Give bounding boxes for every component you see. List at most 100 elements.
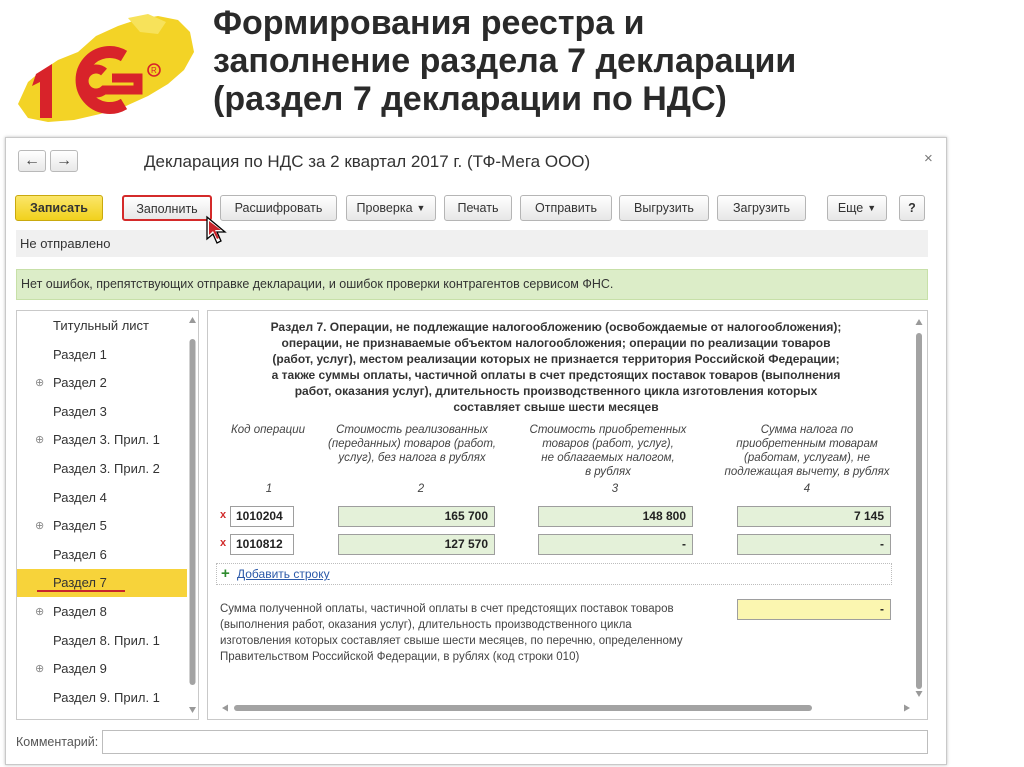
sidebar-item-label: Раздел 3 <box>53 404 107 419</box>
send-button[interactable]: Отправить <box>520 195 612 221</box>
fill-button[interactable]: Заполнить <box>122 195 212 221</box>
title-line: (раздел 7 декларации по НДС) <box>213 80 727 118</box>
more-button-label: Еще <box>837 201 864 215</box>
note-line: Правительством Российской Федерации, в р… <box>220 651 580 663</box>
sidebar-item-section-9[interactable]: ⊕ Раздел 9 <box>17 655 187 683</box>
col-number: 4 <box>803 483 811 495</box>
sidebar-item-section-8[interactable]: ⊕ Раздел 8 <box>17 598 187 626</box>
col-header-line: Код операции <box>230 424 305 436</box>
1c-logo: R <box>18 14 194 122</box>
col-header-code: Код операции <box>222 423 314 437</box>
col-header-line: приобретенным товарам <box>736 438 878 450</box>
section-heading: Раздел 7. Операции, не подлежащие налого… <box>226 319 886 415</box>
sidebar-item-section-3-app-1[interactable]: ⊕ Раздел 3. Прил. 1 <box>17 426 187 454</box>
export-button[interactable]: Выгрузить <box>619 195 709 221</box>
sidebar-item-section-1[interactable]: Раздел 1 <box>17 341 187 369</box>
forward-button[interactable]: → <box>50 150 78 172</box>
window-title: Декларация по НДС за 2 квартал 2017 г. (… <box>144 152 591 171</box>
sidebar-item-section-5[interactable]: ⊕ Раздел 5 <box>17 512 187 540</box>
decode-button[interactable]: Расшифровать <box>220 195 337 221</box>
col-header-purchases: Стоимость приобретенных товаров (работ, … <box>514 423 702 479</box>
title-line: Формирования реестра и <box>213 4 645 42</box>
heading-line: работ, оказания услуг), длительность про… <box>294 384 818 398</box>
col-header-line: (работам, услугам), не <box>744 452 870 464</box>
delete-row-icon[interactable]: x <box>220 509 226 521</box>
note-line: Сумма полученной оплаты, частичной оплат… <box>220 603 674 615</box>
heading-line: (работ, услуг), местом реализации которы… <box>272 352 840 366</box>
check-button[interactable]: Проверка ▼ <box>346 195 436 221</box>
col-header-line: подлежащая вычету, в рублях <box>724 466 890 478</box>
sidebar-item-section-4[interactable]: Раздел 4 <box>17 484 187 512</box>
note-line: изготовления которых составляет свыше ше… <box>220 635 683 647</box>
import-button[interactable]: Загрузить <box>717 195 806 221</box>
close-icon[interactable]: × <box>924 151 933 167</box>
sales-value-field[interactable]: 127 570 <box>338 534 495 555</box>
content-vertical-scrollbar[interactable] <box>914 317 924 699</box>
sidebar-item-label: Раздел 4 <box>53 490 107 505</box>
expand-icon[interactable]: ⊕ <box>35 369 44 397</box>
heading-line: а также суммы оплаты, частичной оплаты в… <box>271 368 841 382</box>
heading-line: составляет свыше шести месяцев <box>453 400 659 414</box>
tax-value-field[interactable]: 7 145 <box>737 506 891 527</box>
caret-down-icon: ▼ <box>416 203 426 213</box>
sales-value-field[interactable]: 165 700 <box>338 506 495 527</box>
payment-amount-field[interactable]: - <box>737 599 891 620</box>
tax-value-field[interactable]: - <box>737 534 891 555</box>
comment-input[interactable] <box>102 730 928 754</box>
help-button[interactable]: ? <box>899 195 925 221</box>
sidebar-item-section-3[interactable]: Раздел 3 <box>17 398 187 426</box>
col-number: 1 <box>265 483 273 495</box>
plus-icon[interactable]: + <box>221 565 230 583</box>
sidebar-item-title-page[interactable]: Титульный лист <box>17 312 187 340</box>
expand-icon[interactable]: ⊕ <box>35 426 44 454</box>
delete-row-icon[interactable]: x <box>220 537 226 549</box>
sidebar-item-label: Раздел 6 <box>53 547 107 562</box>
col-number: 2 <box>417 483 425 495</box>
add-row-link[interactable]: Добавить строку <box>237 567 330 581</box>
sidebar-item-label: Раздел 3. Прил. 1 <box>53 432 160 447</box>
col-header-line: Сумма налога по <box>760 424 854 436</box>
heading-line: Раздел 7. Операции, не подлежащие налого… <box>270 320 842 334</box>
sidebar-item-section-8-app-1[interactable]: Раздел 8. Прил. 1 <box>17 627 187 655</box>
sidebar-item-label: Раздел 5 <box>53 518 107 533</box>
section-7-panel: Раздел 7. Операции, не подлежащие налого… <box>207 310 928 720</box>
sidebar-item-section-2[interactable]: ⊕ Раздел 2 <box>17 369 187 397</box>
col-header-line: Стоимость приобретенных <box>529 424 687 436</box>
sidebar-item-label: Раздел 1 <box>53 347 107 362</box>
col-header-line: не облагаемых налогом, <box>541 452 675 464</box>
check-button-label: Проверка <box>356 201 413 215</box>
operation-code-field[interactable]: 1010812 <box>230 534 294 555</box>
col-header-tax: Сумма налога по приобретенным товарам (р… <box>712 423 902 479</box>
purchases-value-field[interactable]: - <box>538 534 693 555</box>
expand-icon[interactable]: ⊕ <box>35 598 44 626</box>
add-row-area: + Добавить строку <box>216 563 892 585</box>
back-button[interactable]: ← <box>18 150 46 172</box>
expand-icon[interactable]: ⊕ <box>35 512 44 540</box>
info-message: Нет ошибок, препятствующих отправке декл… <box>16 269 928 300</box>
operation-code-field[interactable]: 1010204 <box>230 506 294 527</box>
slide: R Формирования реестра и заполнение разд… <box>0 0 1024 767</box>
sidebar-item-section-9-app-1[interactable]: Раздел 9. Прил. 1 <box>17 684 187 712</box>
section-list: Титульный лист Раздел 1 ⊕ Раздел 2 Раздел… <box>16 310 199 720</box>
col-header-sales: Стоимость реализованных (переданных) тов… <box>326 423 498 465</box>
caret-down-icon: ▼ <box>867 203 877 213</box>
col-number: 3 <box>611 483 619 495</box>
sidebar-item-section-6[interactable]: Раздел 6 <box>17 541 187 569</box>
mouse-cursor-icon <box>206 215 227 244</box>
sidebar-scrollbar[interactable] <box>188 315 197 715</box>
sidebar-item-section-3-app-2[interactable]: Раздел 3. Прил. 2 <box>17 455 187 483</box>
arrow-right-icon: → <box>56 152 72 169</box>
sidebar-item-label: Раздел 9. Прил. 1 <box>53 690 160 705</box>
save-button[interactable]: Записать <box>15 195 103 221</box>
comment-label: Комментарий: <box>16 735 99 749</box>
expand-icon[interactable]: ⊕ <box>35 655 44 683</box>
sidebar-item-label: Раздел 8. Прил. 1 <box>53 633 160 648</box>
col-header-line: услуг), без налога в рублях <box>338 452 486 464</box>
more-button[interactable]: Еще ▼ <box>827 195 887 221</box>
sidebar-item-label: Раздел 3. Прил. 2 <box>53 461 160 476</box>
purchases-value-field[interactable]: 148 800 <box>538 506 693 527</box>
print-button[interactable]: Печать <box>444 195 512 221</box>
content-horizontal-scrollbar[interactable] <box>220 703 912 713</box>
sidebar-item-section-7[interactable]: Раздел 7 <box>17 569 187 597</box>
status-text: Не отправлено <box>16 230 928 257</box>
